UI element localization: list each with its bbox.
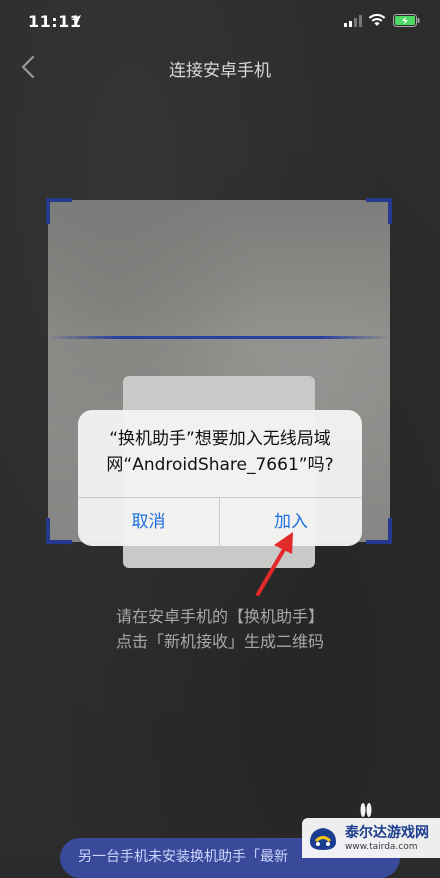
scanner-corner-bottom-left <box>46 518 72 544</box>
nav-bar: 连接安卓手机 <box>0 44 440 90</box>
page-title: 连接安卓手机 <box>169 61 271 81</box>
location-arrow-icon <box>71 15 81 25</box>
cancel-button[interactable]: 取消 <box>78 498 219 546</box>
alert-message: “换机助手”想要加入无线局域 网“AndroidShare_7661”吗? <box>88 426 352 478</box>
watermark-title: 泰尔达游戏网 <box>345 825 429 841</box>
scan-line <box>48 336 390 339</box>
watermark-url: www.tairda.com <box>345 842 418 852</box>
bunny-ears-icon <box>360 803 372 817</box>
status-bar: 11:11 <box>0 0 440 44</box>
watermark-logo-icon <box>310 828 336 850</box>
alert-message-line-1: “换机助手”想要加入无线局域 <box>109 429 331 449</box>
alert-message-line-2: 网“AndroidShare_7661”吗? <box>106 455 334 475</box>
instruction-line-2: 点击「新机接收」生成二维码 <box>115 632 324 651</box>
wifi-join-alert: “换机助手”想要加入无线局域 网“AndroidShare_7661”吗? 取消… <box>78 410 362 546</box>
instruction-line-1: 请在安卓手机的【换机助手】 <box>115 607 324 626</box>
annotation-arrow-icon <box>256 532 293 596</box>
bottom-banner-text[interactable]: 另一台手机未安装换机助手「最新 <box>78 846 288 866</box>
battery-charging-icon <box>393 14 420 27</box>
scanner-corner-top-left <box>46 198 72 224</box>
scanner-corner-bottom-right <box>366 518 392 544</box>
wifi-icon <box>368 13 386 26</box>
scanner-corner-top-right <box>366 198 392 224</box>
cellular-signal-icon <box>344 15 362 27</box>
